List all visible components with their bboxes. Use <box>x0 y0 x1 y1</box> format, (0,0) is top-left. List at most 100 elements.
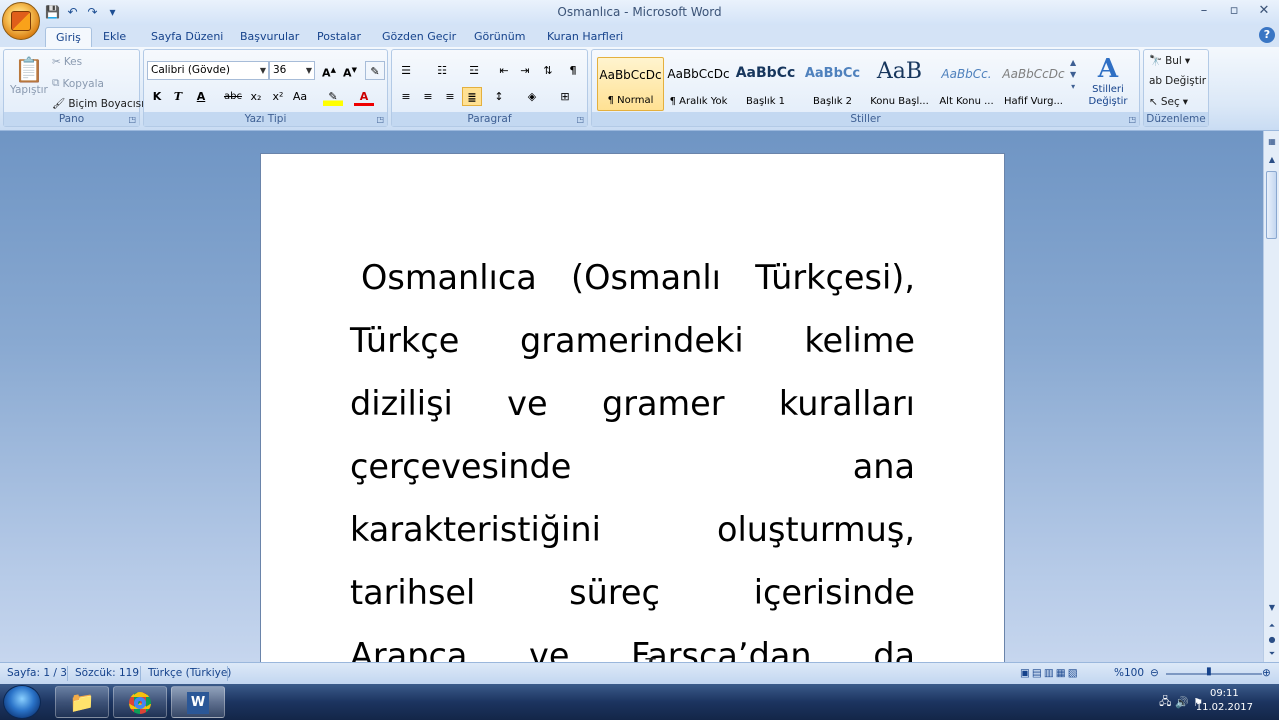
clock[interactable]: 09:11 11.02.2017 <box>1196 687 1253 715</box>
dialog-launcher-icon[interactable]: ◳ <box>1128 115 1136 124</box>
change-case-button[interactable]: Aa <box>290 87 310 106</box>
document-line: Osmanlıca (Osmanlı Türkçesi), <box>350 246 915 309</box>
justify-icon[interactable]: ≣ <box>462 87 482 106</box>
language-indicator[interactable]: Türkçe (Türkiye) <box>148 667 231 679</box>
page-count[interactable]: Sayfa: 1 / 3 <box>7 667 67 679</box>
align-left-icon[interactable]: ≡ <box>396 87 416 106</box>
highlight-icon[interactable]: ✎ <box>323 87 343 106</box>
style-no-spacing[interactable]: AaBbCcDc ¶ Aralık Yok <box>665 57 732 111</box>
taskbar-chrome[interactable] <box>113 686 167 718</box>
decrease-indent-icon[interactable]: ⇤ <box>494 61 514 80</box>
browse-object-icon[interactable]: ● <box>1265 633 1279 647</box>
select-button[interactable]: ↖ Seç ▾ <box>1149 96 1188 108</box>
taskbar-explorer[interactable]: 📁 <box>55 686 109 718</box>
tab-gorunum[interactable]: Görünüm <box>464 27 535 47</box>
ruler-toggle-icon[interactable]: ▦ <box>1265 135 1279 149</box>
document-page[interactable]: Osmanlıca (Osmanlı Türkçesi), Türkçe grameri… <box>260 153 1005 662</box>
styles-scroll[interactable]: ▲ ▼ ▾ <box>1070 58 1076 91</box>
find-button[interactable]: 🔭 Bul ▾ <box>1149 54 1190 68</box>
restore-button[interactable]: ▫ <box>1219 0 1249 22</box>
increase-indent-icon[interactable]: ⇥ <box>515 61 535 80</box>
folder-icon: 📁 <box>69 690 95 714</box>
font-color-button[interactable]: A <box>354 87 374 106</box>
web-layout-icon[interactable]: ▥ <box>1044 667 1056 679</box>
previous-page-icon[interactable]: ⏶ <box>1265 619 1279 633</box>
shrink-font-button[interactable]: A▼ <box>340 61 360 80</box>
align-right-icon[interactable]: ≡ <box>440 87 460 106</box>
line-spacing-icon[interactable]: ↕ <box>489 87 509 106</box>
document-word: dizilişi <box>350 384 453 423</box>
format-painter-button[interactable]: 🖌 Biçim Boyacısı <box>52 97 144 111</box>
superscript-button[interactable]: x² <box>268 87 288 106</box>
italic-button[interactable]: T <box>168 87 188 106</box>
print-layout-icon[interactable]: ▣ <box>1020 667 1032 679</box>
tab-kuran-harfleri[interactable]: Kuran Harfleri <box>537 27 633 47</box>
full-screen-reading-icon[interactable]: ▤ <box>1032 667 1044 679</box>
bullets-icon[interactable]: ☰ <box>396 61 416 80</box>
multilevel-list-icon[interactable]: ☲ <box>464 61 484 80</box>
dialog-launcher-icon[interactable]: ◳ <box>576 115 584 124</box>
volume-icon[interactable]: 🔊 <box>1175 696 1189 709</box>
cut-button[interactable]: ✂ Kes <box>52 56 82 68</box>
font-size-select[interactable]: 36 ▼ <box>269 61 315 80</box>
group-label-paragraph: Paragraf <box>392 112 587 126</box>
pilcrow-icon[interactable]: ¶ <box>563 61 583 80</box>
dialog-launcher-icon[interactable]: ◳ <box>376 115 384 124</box>
close-button[interactable]: ✕ <box>1249 0 1279 22</box>
zoom-slider-handle[interactable]: ▮ <box>1206 665 1212 677</box>
help-icon[interactable]: ? <box>1259 27 1275 43</box>
vertical-scrollbar[interactable]: ▦ ▲ ▼ ⏶ ● ⏷ <box>1263 131 1279 662</box>
tab-gozden-gecir[interactable]: Gözden Geçir <box>372 27 466 47</box>
change-styles-button[interactable]: A Stilleri Değiştir <box>1084 54 1132 108</box>
paste-button[interactable]: 📋 Yapıştır <box>10 56 48 96</box>
style-normal[interactable]: AaBbCcDc ¶ Normal <box>597 57 664 111</box>
tab-postalar[interactable]: Postalar <box>307 27 371 47</box>
style-title[interactable]: AaB Konu Başl... <box>866 57 933 111</box>
document-word: kelime <box>804 321 915 360</box>
scroll-down-icon[interactable]: ▼ <box>1265 601 1279 615</box>
grow-font-button[interactable]: A▲ <box>319 61 339 80</box>
tab-sayfa-duzeni[interactable]: Sayfa Düzeni <box>141 27 233 47</box>
scroll-up-icon[interactable]: ▲ <box>1265 153 1279 167</box>
minimize-button[interactable]: – <box>1189 0 1219 22</box>
replace-button[interactable]: ab Değiştir <box>1149 75 1206 87</box>
start-button[interactable] <box>3 685 41 719</box>
office-button[interactable] <box>2 2 40 40</box>
align-center-icon[interactable]: ≡ <box>418 87 438 106</box>
clear-format-icon[interactable]: ✎ <box>365 61 385 80</box>
zoom-in-icon[interactable]: ⊕ <box>1262 667 1271 679</box>
sort-icon[interactable]: ⇅ <box>538 61 558 80</box>
underline-button[interactable]: A <box>191 87 211 106</box>
bold-button[interactable]: K <box>147 87 167 106</box>
word-count[interactable]: Sözcük: 119 <box>75 667 139 679</box>
style-heading-1[interactable]: AaBbCc Başlık 1 <box>732 57 799 111</box>
draft-icon[interactable]: ▧ <box>1068 667 1080 679</box>
zoom-out-icon[interactable]: ⊖ <box>1150 667 1159 679</box>
document-text[interactable]: Osmanlıca (Osmanlı Türkçesi), Türkçe grameri… <box>350 246 915 662</box>
copy-button[interactable]: ⧉ Kopyala <box>52 77 104 90</box>
borders-icon[interactable]: ⊞ <box>555 87 575 106</box>
document-line: Türkçe gramerindeki kelime <box>350 309 915 372</box>
dialog-launcher-icon[interactable]: ◳ <box>128 115 136 124</box>
next-page-icon[interactable]: ⏷ <box>1265 647 1279 661</box>
shading-icon[interactable]: ◈ <box>522 87 542 106</box>
group-label-font: Yazı Tipi <box>144 112 387 126</box>
clock-date: 11.02.2017 <box>1195 702 1253 713</box>
tab-basvurular[interactable]: Başvurular <box>230 27 309 47</box>
document-line: Arapça ve Farsça’dan da <box>350 624 915 662</box>
zoom-level[interactable]: %100 <box>1114 667 1144 679</box>
tab-giris[interactable]: Giriş <box>45 27 92 47</box>
subscript-button[interactable]: x₂ <box>246 87 266 106</box>
font-family-select[interactable]: Calibri (Gövde) ▼ <box>147 61 269 80</box>
taskbar-word[interactable]: W <box>171 686 225 718</box>
outline-icon[interactable]: ▦ <box>1056 667 1068 679</box>
network-icon[interactable]: 🖧 <box>1159 693 1171 712</box>
scroll-thumb[interactable] <box>1266 171 1277 239</box>
style-heading-2[interactable]: AaBbCc Başlık 2 <box>799 57 866 111</box>
zoom-slider[interactable] <box>1166 673 1262 675</box>
style-subtle-emphasis[interactable]: AaBbCcDc Hafif Vurg... <box>1000 57 1067 111</box>
style-subtitle[interactable]: AaBbCc. Alt Konu ... <box>933 57 1000 111</box>
tab-ekle[interactable]: Ekle <box>93 27 136 47</box>
strikethrough-button[interactable]: abc <box>223 87 243 106</box>
numbering-icon[interactable]: ☷ <box>432 61 452 80</box>
